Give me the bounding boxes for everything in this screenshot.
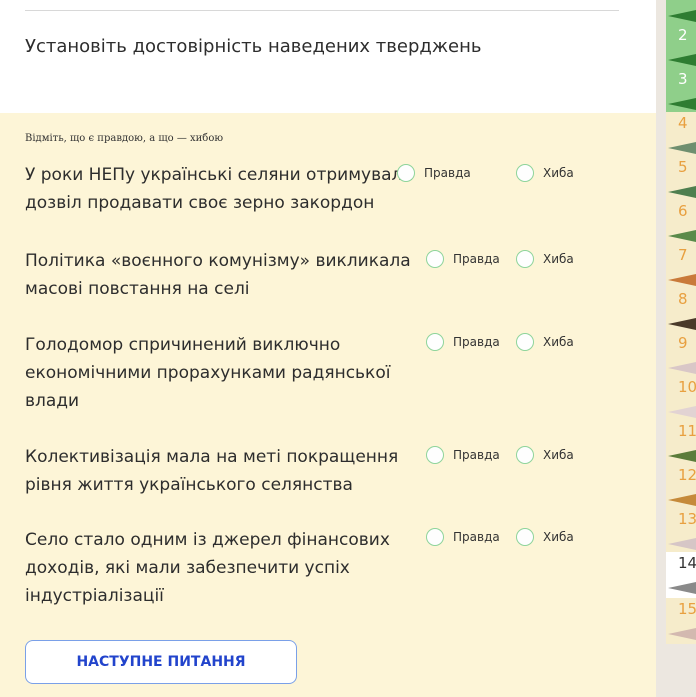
statement-5: Село стало одним із джерел фінансових до… (25, 526, 420, 610)
statement-line: рівня життя українського селянства (25, 475, 353, 495)
nav-question-number: 5 (678, 158, 688, 176)
nav-question-7[interactable]: 7 (666, 244, 696, 290)
nav-question-number: 9 (678, 334, 688, 352)
option-false-3[interactable]: Хиба (516, 333, 574, 351)
nav-arrow-icon (668, 230, 696, 242)
statement-2: Політика «воєнного комунізму» викликала … (25, 247, 420, 303)
nav-arrow-icon (668, 538, 696, 550)
nav-arrow-icon (668, 98, 696, 110)
statement-4: Колективізація мала на меті покращення р… (25, 443, 420, 499)
option-label: Правда (453, 252, 500, 266)
option-false-1[interactable]: Хиба (516, 164, 574, 182)
radio-button[interactable] (516, 333, 534, 351)
nav-question-1[interactable]: 1 (666, 0, 696, 26)
statement-line: Село стало одним із джерел фінансових (25, 530, 390, 550)
option-label: Хиба (543, 448, 574, 462)
question-title: Установіть достовірність наведених тверд… (25, 36, 482, 57)
nav-question-number: 8 (678, 290, 688, 308)
nav-arrow-icon (668, 362, 696, 374)
statement-line: економічними прорахунками радянської (25, 363, 391, 383)
option-label: Правда (453, 448, 500, 462)
nav-question-number: 11 (678, 422, 696, 440)
nav-question-9[interactable]: 9 (666, 332, 696, 378)
radio-button[interactable] (516, 250, 534, 268)
statement-line: влади (25, 391, 80, 411)
nav-question-number: 14 (678, 554, 696, 572)
quiz-panel: Відміть, що є правдою, а що — хибою У ро… (0, 113, 656, 697)
nav-arrow-icon (668, 406, 696, 418)
nav-arrow-icon (668, 494, 696, 506)
option-false-2[interactable]: Хиба (516, 250, 574, 268)
option-label: Хиба (543, 530, 574, 544)
nav-question-8[interactable]: 8 (666, 288, 696, 334)
nav-question-number: 2 (678, 26, 688, 44)
nav-question-number: 13 (678, 510, 696, 528)
radio-button[interactable] (516, 446, 534, 464)
nav-question-15[interactable]: 15 (666, 598, 696, 644)
statement-line: Політика «воєнного комунізму» викликала (25, 251, 411, 271)
nav-arrow-icon (668, 582, 696, 594)
next-question-button[interactable]: НАСТУПНЕ ПИТАННЯ (25, 640, 297, 684)
nav-arrow-icon (668, 186, 696, 198)
nav-arrow-icon (668, 142, 696, 154)
statement-1: У роки НЕПу українські селяни отримували… (25, 161, 420, 217)
header-divider (25, 10, 619, 11)
option-label: Хиба (543, 252, 574, 266)
question-header: Установіть достовірність наведених тверд… (0, 0, 656, 113)
nav-question-4[interactable]: 4 (666, 112, 696, 158)
option-true-2[interactable]: Правда (426, 250, 500, 268)
nav-question-number: 15 (678, 600, 696, 618)
nav-question-number: 10 (678, 378, 696, 396)
nav-question-14[interactable]: 14 (666, 552, 696, 598)
nav-arrow-icon (668, 54, 696, 66)
statement-line: доходів, які мали забезпечити успіх (25, 558, 350, 578)
nav-arrow-icon (668, 450, 696, 462)
radio-button[interactable] (516, 164, 534, 182)
nav-question-2[interactable]: 2 (666, 24, 696, 70)
question-nav-strip: 123456789101112131415 (656, 0, 696, 697)
nav-question-number: 4 (678, 114, 688, 132)
option-false-4[interactable]: Хиба (516, 446, 574, 464)
statement-line: Голодомор спричинений виключно (25, 335, 341, 355)
option-true-5[interactable]: Правда (426, 528, 500, 546)
nav-arrow-icon (668, 318, 696, 330)
radio-button[interactable] (426, 446, 444, 464)
option-label: Хиба (543, 166, 574, 180)
nav-question-12[interactable]: 12 (666, 464, 696, 510)
nav-arrow-icon (668, 10, 696, 22)
nav-arrow-icon (668, 628, 696, 640)
nav-question-11[interactable]: 11 (666, 420, 696, 466)
statement-3: Голодомор спричинений виключно економічн… (25, 331, 420, 415)
radio-button[interactable] (397, 164, 415, 182)
option-true-3[interactable]: Правда (426, 333, 500, 351)
nav-question-number: 6 (678, 202, 688, 220)
nav-question-5[interactable]: 5 (666, 156, 696, 202)
statement-line: масові повстання на селі (25, 279, 250, 299)
statement-line: Колективізація мала на меті покращення (25, 447, 399, 467)
nav-question-6[interactable]: 6 (666, 200, 696, 246)
nav-question-13[interactable]: 13 (666, 508, 696, 554)
nav-question-number: 3 (678, 70, 688, 88)
nav-question-3[interactable]: 3 (666, 68, 696, 114)
nav-question-10[interactable]: 10 (666, 376, 696, 422)
option-true-1[interactable]: Правда (397, 164, 471, 182)
radio-button[interactable] (426, 333, 444, 351)
option-false-5[interactable]: Хиба (516, 528, 574, 546)
nav-question-number: 7 (678, 246, 688, 264)
option-label: Правда (453, 335, 500, 349)
statement-line: У роки НЕПу українські селяни отримували (25, 165, 414, 185)
radio-button[interactable] (426, 528, 444, 546)
option-true-4[interactable]: Правда (426, 446, 500, 464)
nav-question-number: 12 (678, 466, 696, 484)
statement-line: індустріалізації (25, 586, 164, 606)
nav-arrow-icon (668, 274, 696, 286)
instruction-hint: Відміть, що є правдою, а що — хибою (25, 133, 224, 144)
option-label: Хиба (543, 335, 574, 349)
radio-button[interactable] (426, 250, 444, 268)
radio-button[interactable] (516, 528, 534, 546)
option-label: Правда (424, 166, 471, 180)
option-label: Правда (453, 530, 500, 544)
statement-line: дозвіл продавати своє зерно закордон (25, 193, 375, 213)
